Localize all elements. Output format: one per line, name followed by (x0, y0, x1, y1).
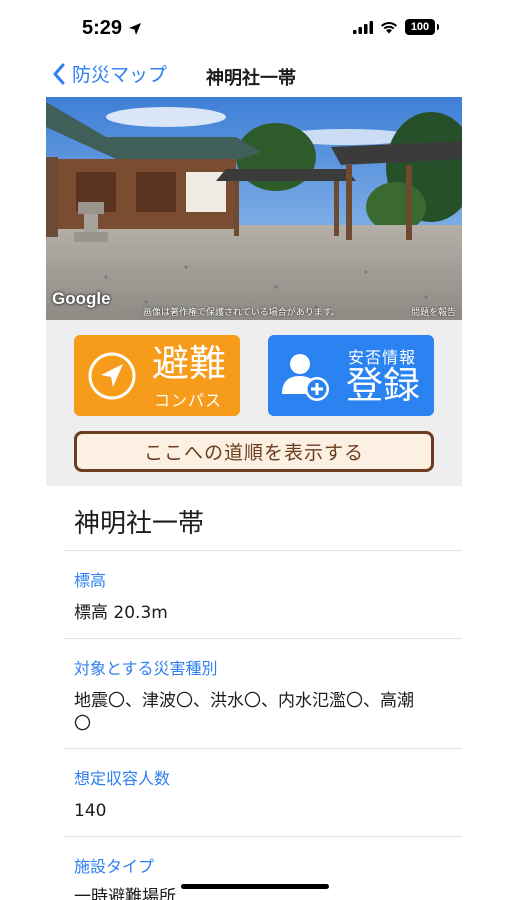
evacuation-compass-button[interactable]: 避難 コンパス (74, 335, 240, 416)
add-person-icon (282, 354, 329, 401)
shrine-street-view-photo (46, 97, 462, 320)
cellular-signal-icon (353, 20, 373, 34)
field-label-elevation: 標高 (74, 571, 107, 590)
back-button-label: 防災マップ (72, 64, 168, 86)
home-indicator[interactable] (181, 884, 329, 889)
register-button-title: 登録 (346, 364, 420, 407)
place-name-heading: 神明社一帯 (74, 509, 205, 539)
safety-info-register-button[interactable]: 安否情報 登録 (268, 335, 434, 416)
chevron-left-icon (53, 63, 65, 84)
location-arrow-icon (129, 22, 142, 35)
field-value-facility-type: 一時避難場所 (74, 887, 176, 900)
wifi-icon (381, 21, 397, 33)
navigation-arrow-icon (88, 352, 136, 400)
page-title: 神明社一帯 (206, 68, 296, 89)
action-panel: 避難 コンパス 安否情報 登録 ここへの道順を表示する (46, 320, 462, 486)
battery-indicator: 100 (405, 19, 439, 35)
status-time: 5:29 (82, 17, 123, 39)
field-label-capacity: 想定収容人数 (74, 769, 171, 788)
divider (64, 748, 462, 749)
status-bar: 5:29 100 (0, 0, 507, 56)
status-time-group: 5:29 (82, 17, 142, 40)
compass-button-subtitle: コンパス (154, 391, 223, 410)
status-indicators: 100 (353, 19, 439, 35)
field-value-disaster-types-line2: 〇 (74, 714, 91, 734)
divider (64, 638, 462, 639)
field-label-disaster-types: 対象とする災害種別 (74, 659, 218, 678)
show-route-button[interactable]: ここへの道順を表示する (74, 431, 434, 472)
field-value-elevation: 標高 20.3m (74, 603, 168, 623)
navigation-bar: 防災マップ 神明社一帯 (0, 56, 507, 96)
divider (64, 836, 462, 837)
field-value-disaster-types-line1: 地震〇、津波〇、洪水〇、内水氾濫〇、高潮 (74, 691, 414, 711)
street-view-image[interactable]: Google 画像は著作権で保護されている場合があります。 問題を報告 (46, 97, 462, 320)
battery-level: 100 (410, 21, 430, 33)
divider (64, 550, 462, 551)
field-label-facility-type: 施設タイプ (74, 857, 155, 876)
compass-button-title: 避難 (152, 342, 226, 385)
copyright-notice: 画像は著作権で保護されている場合があります。 (143, 308, 340, 318)
back-button[interactable]: 防災マップ (52, 60, 167, 87)
report-problem-link[interactable]: 問題を報告 (411, 305, 456, 318)
google-logo: Google (52, 289, 111, 308)
field-value-capacity: 140 (74, 801, 107, 821)
